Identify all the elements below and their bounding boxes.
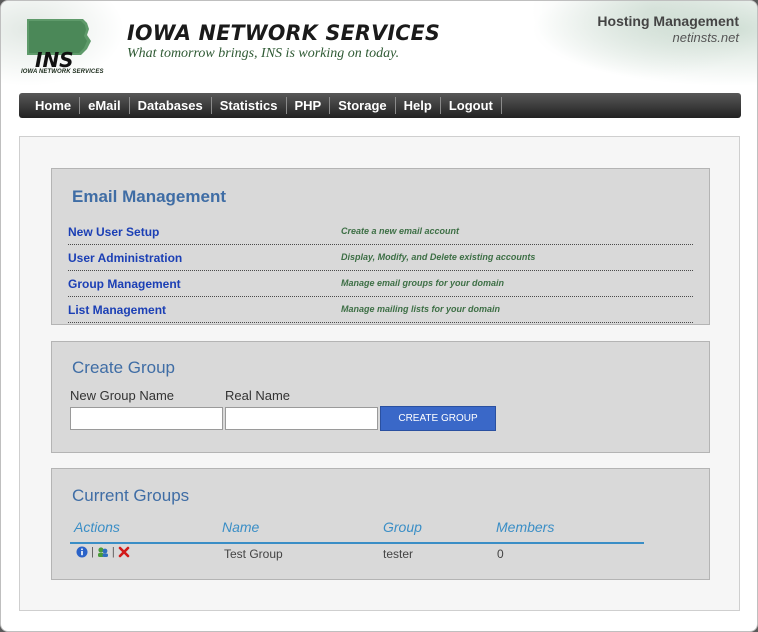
- group-row-members: 0: [497, 547, 504, 561]
- nav-databases[interactable]: Databases: [130, 97, 212, 114]
- ins-logo[interactable]: INS IOWA NETWORK SERVICES: [21, 15, 103, 77]
- column-header-actions: Actions: [74, 519, 120, 535]
- new-user-setup-link[interactable]: New User Setup: [68, 225, 159, 239]
- list-management-link[interactable]: List Management: [68, 303, 166, 317]
- menu-row-description: Manage mailing lists for your domain: [341, 304, 501, 314]
- group-name-label: New Group Name: [70, 388, 175, 403]
- menu-row-description: Create a new email account: [341, 226, 460, 236]
- nav-email[interactable]: eMail: [80, 97, 130, 114]
- action-separator: |: [111, 546, 115, 558]
- nav-storage[interactable]: Storage: [330, 97, 396, 114]
- menu-row-group-management: Group Management Manage email groups for…: [68, 271, 693, 297]
- group-name-input[interactable]: [70, 407, 223, 430]
- page-frame: INS IOWA NETWORK SERVICES IOWA NETWORK S…: [0, 0, 758, 632]
- delete-icon[interactable]: [118, 546, 130, 558]
- column-header-name: Name: [222, 519, 260, 535]
- hosting-management-label: Hosting Management: [597, 13, 739, 29]
- create-group-title: Create Group: [72, 358, 175, 377]
- create-group-panel: Create Group New Group Name Real Name CR…: [51, 341, 710, 453]
- tagline: What tomorrow brings, INS is working on …: [127, 46, 400, 61]
- logo-subtext: IOWA NETWORK SERVICES: [21, 69, 104, 75]
- brand-name: IOWA NETWORK SERVICES: [127, 21, 441, 45]
- main-nav: Home eMail Databases Statistics PHP Stor…: [19, 93, 741, 118]
- nav-php[interactable]: PHP: [287, 97, 331, 114]
- email-management-panel: Email Management New User Setup Create a…: [51, 168, 710, 325]
- main-content: Email Management New User Setup Create a…: [19, 136, 740, 611]
- group-edit-icon[interactable]: [97, 546, 109, 558]
- info-icon[interactable]: [76, 546, 88, 558]
- group-row-group: tester: [383, 547, 414, 561]
- menu-row-new-user: New User Setup Create a new email accoun…: [68, 219, 693, 245]
- email-management-title: Email Management: [72, 187, 226, 206]
- action-separator: |: [91, 546, 94, 558]
- menu-row-list-management: List Management Manage mailing lists for…: [68, 297, 693, 323]
- real-name-input[interactable]: [225, 407, 378, 430]
- domain-name: netinsts.net: [672, 30, 740, 45]
- group-row-actions: | |: [76, 546, 130, 558]
- nav-statistics[interactable]: Statistics: [212, 97, 287, 114]
- column-header-members: Members: [496, 519, 555, 535]
- nav-home[interactable]: Home: [27, 97, 81, 114]
- nav-help[interactable]: Help: [396, 97, 441, 114]
- nav-logout[interactable]: Logout: [441, 97, 502, 114]
- user-administration-link[interactable]: User Administration: [68, 251, 182, 265]
- group-management-link[interactable]: Group Management: [68, 277, 181, 291]
- real-name-label: Real Name: [225, 388, 291, 403]
- table-header-divider: [70, 542, 644, 544]
- menu-row-description: Display, Modify, and Delete existing acc…: [341, 252, 536, 262]
- group-row-name: Test Group: [224, 547, 283, 561]
- current-groups-panel: Current Groups Actions Name Group Member…: [51, 468, 710, 580]
- iowa-map-logo-icon: INS: [27, 19, 91, 72]
- current-groups-title: Current Groups: [72, 486, 190, 505]
- column-header-group: Group: [383, 519, 422, 535]
- menu-row-description: Manage email groups for your domain: [341, 278, 505, 288]
- create-group-button[interactable]: CREATE GROUP: [380, 406, 496, 431]
- menu-row-user-admin: User Administration Display, Modify, and…: [68, 245, 693, 271]
